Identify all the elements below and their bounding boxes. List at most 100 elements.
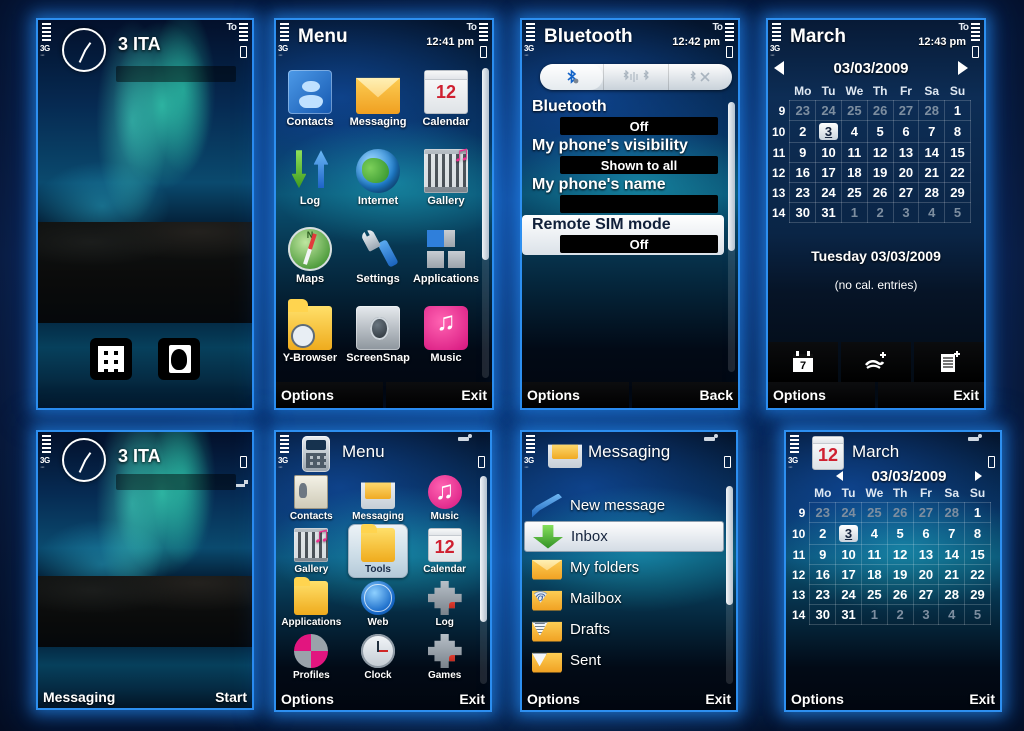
softkey-exit[interactable]: Exit (385, 382, 492, 408)
list-item-drafts[interactable]: Drafts (524, 614, 724, 645)
menu-item-settings[interactable]: Settings (344, 223, 412, 302)
scrollbar[interactable] (726, 486, 733, 684)
day-cell[interactable]: 17 (835, 564, 862, 585)
softkey-options[interactable]: Options (276, 382, 383, 408)
day-cell[interactable]: 28 (918, 182, 946, 203)
day-cell[interactable]: 30 (789, 202, 817, 223)
day-cell[interactable]: 6 (912, 522, 940, 545)
day-cell[interactable]: 15 (944, 142, 971, 163)
menu-item-profiles[interactable]: Profiles (278, 633, 345, 686)
day-cell[interactable]: 10 (815, 142, 842, 163)
day-cell[interactable]: 1 (860, 604, 888, 625)
next-month-icon[interactable] (975, 471, 982, 481)
list-item-my-folders[interactable]: My folders (524, 552, 724, 583)
menu-item-messaging[interactable]: Messaging (344, 66, 412, 145)
softkey-options[interactable]: Options (522, 382, 629, 408)
day-cell[interactable]: 2 (809, 522, 837, 545)
softkey-back[interactable]: Back (631, 382, 738, 408)
day-cell[interactable]: 29 (944, 182, 971, 203)
softkey-exit[interactable]: Exit (895, 688, 1001, 710)
list-item-new-message[interactable]: New message (524, 490, 724, 521)
day-cell[interactable]: 27 (892, 182, 920, 203)
day-cell[interactable]: 31 (815, 202, 842, 223)
day-cell[interactable]: 23 (789, 100, 817, 121)
menu-item-maps[interactable]: Maps (276, 223, 344, 302)
dialer-icon[interactable] (90, 338, 132, 380)
day-cell[interactable]: 19 (866, 162, 894, 183)
day-cell[interactable]: 27 (912, 502, 940, 523)
day-cell[interactable]: 25 (840, 100, 868, 121)
list-item-inbox[interactable]: Inbox (524, 521, 724, 552)
day-cell[interactable]: 2 (789, 120, 817, 143)
softkey-messaging[interactable]: Messaging (38, 686, 144, 708)
day-cell[interactable]: 26 (886, 502, 914, 523)
day-cell[interactable]: 20 (912, 564, 940, 585)
menu-item-internet[interactable]: Internet (344, 145, 412, 224)
day-cell[interactable]: 2 (886, 604, 914, 625)
menu-item-messaging[interactable]: Messaging (345, 474, 412, 527)
day-cell[interactable]: 10 (835, 544, 862, 565)
day-cell[interactable]: 27 (912, 584, 940, 605)
day-cell[interactable]: 4 (918, 202, 946, 223)
day-cell[interactable]: 9 (789, 142, 817, 163)
day-cell[interactable]: 18 (860, 564, 888, 585)
day-cell[interactable]: 6 (892, 120, 920, 143)
day-cell[interactable]: 21 (938, 564, 966, 585)
day-cell[interactable]: 8 (964, 522, 991, 545)
new-meeting-button[interactable]: 7 (768, 342, 838, 382)
day-cell[interactable]: 14 (938, 544, 966, 565)
day-cell[interactable]: 25 (860, 584, 888, 605)
list-item-sent[interactable]: Sent (524, 645, 724, 676)
scrollbar[interactable] (482, 68, 489, 378)
day-cell[interactable]: 21 (918, 162, 946, 183)
day-cell-selected[interactable]: 3 (835, 522, 862, 545)
setting-bluetooth[interactable]: Bluetooth Off (522, 98, 724, 137)
new-anniversary-button[interactable] (841, 342, 911, 382)
menu-item-log[interactable]: Log (276, 145, 344, 224)
day-cell[interactable]: 23 (809, 584, 837, 605)
scrollbar[interactable] (480, 476, 487, 684)
softkey-exit[interactable]: Exit (385, 688, 491, 710)
day-cell[interactable]: 4 (840, 120, 868, 143)
menu-item-web[interactable]: Web (345, 580, 412, 633)
menu-item-music[interactable]: Music (411, 474, 478, 527)
day-cell[interactable]: 17 (815, 162, 842, 183)
day-cell[interactable]: 24 (835, 502, 862, 523)
day-cell[interactable]: 11 (840, 142, 868, 163)
day-cell[interactable]: 23 (789, 182, 817, 203)
setting-phone-visibility[interactable]: My phone's visibility Shown to all (522, 137, 724, 176)
day-cell[interactable]: 22 (944, 162, 971, 183)
contacts-icon[interactable] (158, 338, 200, 380)
softkey-options[interactable]: Options (768, 382, 875, 408)
day-cell[interactable]: 9 (809, 544, 837, 565)
day-cell[interactable]: 4 (938, 604, 966, 625)
day-cell[interactable]: 16 (809, 564, 837, 585)
day-cell[interactable]: 26 (886, 584, 914, 605)
day-cell[interactable]: 29 (964, 584, 991, 605)
day-cell[interactable]: 8 (944, 120, 971, 143)
tab-blocked-devices[interactable] (667, 64, 732, 90)
day-cell[interactable]: 25 (840, 182, 868, 203)
day-cell[interactable]: 13 (912, 544, 940, 565)
menu-item-contacts[interactable]: Contacts (276, 66, 344, 145)
scrollbar[interactable] (728, 102, 735, 372)
day-cell[interactable]: 24 (815, 100, 842, 121)
day-cell[interactable]: 25 (860, 502, 888, 523)
day-cell[interactable]: 2 (866, 202, 894, 223)
day-cell[interactable]: 27 (892, 100, 920, 121)
day-cell[interactable]: 30 (809, 604, 837, 625)
day-cell[interactable]: 5 (944, 202, 971, 223)
day-cell[interactable]: 20 (892, 162, 920, 183)
day-cell[interactable]: 12 (886, 544, 914, 565)
day-cell[interactable]: 28 (938, 502, 966, 523)
softkey-exit[interactable]: Exit (631, 688, 737, 710)
prev-month-icon[interactable] (774, 61, 784, 75)
menu-item-contacts[interactable]: Contacts (278, 474, 345, 527)
day-cell[interactable]: 14 (918, 142, 946, 163)
tab-paired-devices[interactable] (603, 64, 667, 90)
menu-item-applications[interactable]: Applications (278, 576, 345, 633)
new-todo-button[interactable] (914, 342, 984, 382)
list-item-mailbox[interactable]: Mailbox (524, 583, 724, 614)
day-cell[interactable]: 4 (860, 522, 888, 545)
menu-item-log[interactable]: Log (411, 580, 478, 633)
